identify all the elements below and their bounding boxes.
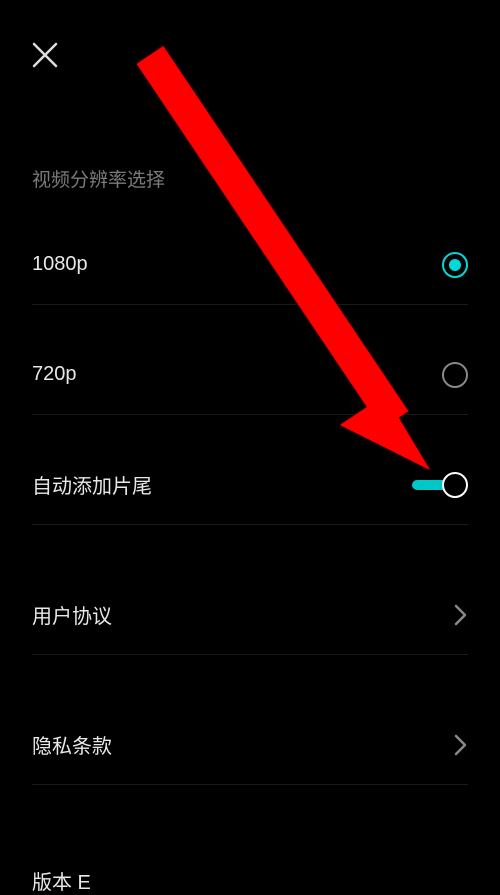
version-label: 版本 E	[32, 866, 91, 895]
close-icon	[30, 57, 60, 74]
resolution-option-1080p[interactable]: 1080p	[32, 225, 468, 305]
row-label: 自动添加片尾	[32, 470, 152, 499]
option-label: 720p	[32, 363, 77, 386]
section-title: 视频分辨率选择	[32, 165, 165, 192]
privacy-row[interactable]: 隐私条款	[32, 705, 468, 785]
row-label: 隐私条款	[32, 730, 112, 759]
auto-outro-toggle[interactable]	[412, 471, 468, 499]
row-label: 用户协议	[32, 600, 112, 629]
auto-outro-row: 自动添加片尾	[32, 445, 468, 525]
option-label: 1080p	[32, 253, 88, 276]
toggle-thumb	[442, 472, 468, 498]
close-button[interactable]	[30, 40, 60, 70]
chevron-right-icon	[454, 603, 468, 627]
user-agreement-row[interactable]: 用户协议	[32, 575, 468, 655]
radio-unselected-icon	[442, 362, 468, 388]
chevron-right-icon	[454, 733, 468, 757]
radio-selected-icon	[442, 252, 468, 278]
resolution-option-720p[interactable]: 720p	[32, 335, 468, 415]
